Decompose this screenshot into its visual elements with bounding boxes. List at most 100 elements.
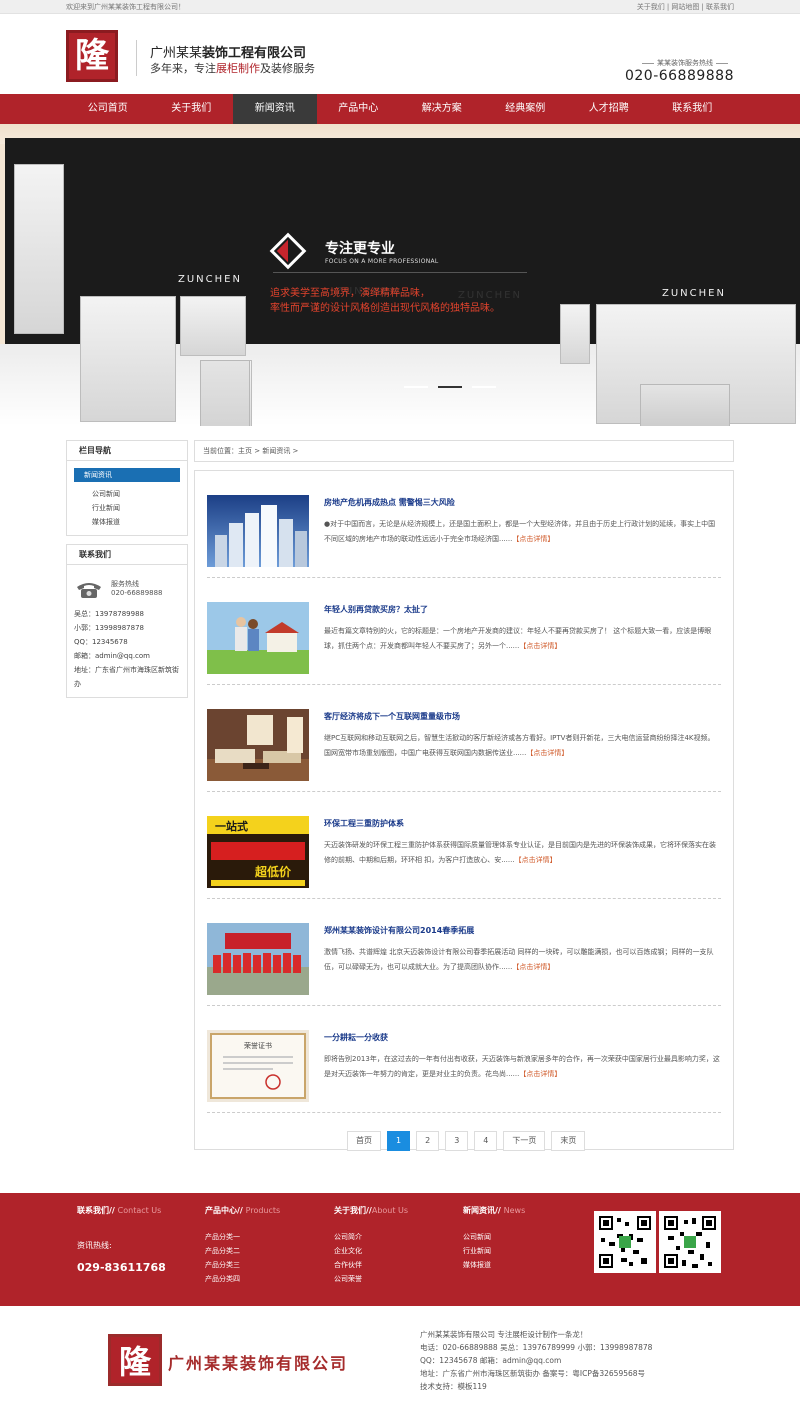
qr-code-icon [659, 1211, 721, 1273]
footer-link[interactable]: 产品分类一 [205, 1230, 280, 1244]
sidebar-current[interactable]: 新闻资讯 [74, 468, 180, 482]
news-thumb-poster[interactable]: 一站式 超低价 [207, 816, 309, 888]
news-desc: ●对于中国而言，无论是从经济规模上，还是国土面积上，都是一个大型经济体，并且由于… [324, 520, 716, 543]
pager-first[interactable]: 首页 [347, 1131, 381, 1151]
list-item: 年轻人别再贷款买房？太扯了 最近有篇文章特别的火，它的标题是：一个房地产开发商的… [207, 578, 721, 685]
banner-brand: ZUNCHEN [178, 274, 242, 285]
banner-dot[interactable] [472, 386, 496, 388]
footer-links: 联系我们// Contact Us 资讯热线: 029-83611768 产品中… [0, 1193, 800, 1306]
nav-item-products[interactable]: 产品中心 [317, 94, 401, 124]
news-thumb-team[interactable] [207, 923, 309, 995]
sidebar-nav-title: 栏目导航 [67, 441, 187, 461]
footer-news-col: 新闻资讯// News 公司新闻 行业新闻 媒体报道 [463, 1205, 525, 1272]
footer-link[interactable]: 媒体报道 [463, 1258, 525, 1272]
nav-item-solutions[interactable]: 解决方案 [400, 94, 484, 124]
sidebar-item-media[interactable]: 媒体报道 [92, 515, 187, 529]
banner-line2: 率性而严谨的设计风格创造出现代风格的独特品味。 [270, 303, 500, 314]
banner-caption: 专注更专业 FOCUS ON A MORE PROFESSIONAL 追求美学至… [253, 212, 547, 336]
nav-item-home[interactable]: 公司首页 [66, 94, 150, 124]
news-desc: 激情飞扬、共谱辉煌 北京天迈装饰设计有限公司春季拓展活动 同样的一块砖，可以雕能… [324, 948, 714, 971]
read-more-link[interactable]: 【点击详情】 [519, 642, 561, 650]
footer-link[interactable]: 产品分类四 [205, 1272, 280, 1286]
footer-link[interactable]: 行业新闻 [463, 1244, 525, 1258]
list-item: 郑州某某装饰设计有限公司2014春季拓展 激情飞扬、共谱辉煌 北京天迈装饰设计有… [207, 899, 721, 1006]
nav-item-about[interactable]: 关于我们 [150, 94, 234, 124]
banner-shelf [180, 296, 246, 356]
header: 隆 广州某某装饰工程有限公司 多年来，专注展柜制作及装修服务 某某装饰服务热线 … [0, 14, 800, 94]
footer-info: 广州某某装饰有限公司 专注展柜设计制作一条龙！ 电话：020-66889888 … [420, 1328, 652, 1393]
footer-contact-heading: 联系我们// Contact Us [77, 1206, 162, 1215]
read-more-link[interactable]: 【点击详情】 [526, 749, 568, 757]
pager-page-3[interactable]: 3 [445, 1131, 469, 1151]
news-title[interactable]: 郑州某某装饰设计有限公司2014春季拓展 [324, 925, 474, 936]
nav-item-news[interactable]: 新闻资讯 [233, 94, 317, 124]
read-more-link[interactable]: 【点击详情】 [519, 1070, 561, 1078]
news-desc: 天迈装饰研发的环保工程三重防护体系获得国际质量管理体系专业认证，是目前国内是先进… [324, 841, 716, 864]
news-title[interactable]: 房地产危机再成热点 需警惕三大风险 [324, 497, 455, 508]
news-title[interactable]: 环保工程三重防护体系 [324, 818, 404, 829]
footer-bottom: 隆 广州某某装饰有限公司 广州某某装饰有限公司 专注展柜设计制作一条龙！ 电话：… [0, 1306, 800, 1414]
news-thumb-couple[interactable] [207, 602, 309, 674]
banner-shelf [14, 164, 64, 334]
footer-products-col: 产品中心// Products 产品分类一 产品分类二 产品分类三 产品分类四 [205, 1205, 280, 1286]
footer-link[interactable]: 企业文化 [334, 1244, 408, 1258]
footer-logo-glyph: 隆 [118, 1343, 151, 1381]
contact-line: QQ：12345678 [74, 638, 128, 646]
read-more-link[interactable]: 【点击详情】 [512, 535, 554, 543]
banner-shelf [560, 304, 590, 364]
footer-info-line: 地址：广东省广州市海珠区新筑街办 备案号：粤ICP备32659568号 [420, 1369, 646, 1378]
qr-code-icon [594, 1211, 656, 1273]
news-desc: 最近有篇文章特别的火，它的标题是：一个房地产开发商的建议：年轻人不要再贷款买房了… [324, 627, 712, 650]
footer-link[interactable]: 产品分类二 [205, 1244, 280, 1258]
pager-page-4[interactable]: 4 [474, 1131, 498, 1151]
footer-tel-number: 029-83611768 [77, 1261, 166, 1274]
read-more-link[interactable]: 【点击详情】 [512, 963, 554, 971]
pager-page-1[interactable]: 1 [387, 1131, 411, 1151]
footer-contact-col: 联系我们// Contact Us 资讯热线: 029-83611768 [77, 1205, 166, 1274]
news-thumb-livingroom[interactable] [207, 709, 309, 781]
banner-counter [200, 360, 250, 426]
sidebar-contact-box: 联系我们 服务热线 020-66889888 吴总：13978789988 小郭… [66, 544, 188, 698]
sidebar-item-company-news[interactable]: 公司新闻 [92, 487, 187, 501]
footer-link[interactable]: 合作伙伴 [334, 1258, 408, 1272]
footer-about-heading: 关于我们//About Us [334, 1206, 409, 1215]
news-title[interactable]: 一分耕耘一分收获 [324, 1032, 388, 1043]
hero-banner[interactable]: ZUNCHEN ZUNCHEN ZUNCHEN ZUNCHEN 专注更专业 FO… [0, 124, 800, 426]
footer-link[interactable]: 公司新闻 [463, 1230, 525, 1244]
telephone-icon [77, 583, 101, 598]
nav-item-cases[interactable]: 经典案例 [484, 94, 568, 124]
footer-link[interactable]: 公司荣誉 [334, 1272, 408, 1286]
top-link-sitemap[interactable]: 网站地图 [671, 3, 699, 11]
pager-last[interactable]: 末页 [551, 1131, 586, 1151]
read-more-link[interactable]: 【点击详情】 [515, 856, 557, 864]
news-thumb-certificate[interactable]: 荣誉证书 [207, 1030, 309, 1102]
pager-next[interactable]: 下一页 [503, 1131, 546, 1151]
banner-dot[interactable] [404, 386, 428, 388]
footer-link[interactable]: 公司简介 [334, 1230, 408, 1244]
content: 当前位置：主页 > 新闻资讯 > 房地产危机再成热点 需警惕三大风险 ●对于中国… [194, 440, 734, 1151]
contact-lines: 吴总：13978789988 小郭：13998987878 QQ：1234567… [74, 607, 182, 691]
contact-line: 吴总：13978789988 [74, 610, 144, 618]
contact-line: 小郭：13998987878 [74, 624, 144, 632]
top-links: 关于我们 | 网站地图 | 联系我们 [636, 3, 734, 11]
banner-divider [273, 272, 527, 273]
top-link-contact[interactable]: 联系我们 [706, 3, 734, 11]
company-logo[interactable]: 隆 [66, 30, 118, 82]
sidebar-item-industry-news[interactable]: 行业新闻 [92, 501, 187, 515]
pager-page-2[interactable]: 2 [416, 1131, 440, 1151]
contact-line: 邮箱：admin@qq.com [74, 652, 150, 660]
nav-item-contact[interactable]: 联系我们 [651, 94, 735, 124]
footer-link[interactable]: 产品分类三 [205, 1258, 280, 1272]
banner-dot[interactable] [438, 386, 462, 388]
nav-item-jobs[interactable]: 人才招聘 [567, 94, 651, 124]
list-item: 一站式 超低价 环保工程三重防护体系 天迈装饰研发的环保工程三重防护体系获得国际… [207, 792, 721, 899]
contact-address: 地址：广东省广州市海珠区新筑街办 [74, 666, 179, 688]
news-thumb-buildings[interactable] [207, 495, 309, 567]
footer-logo[interactable]: 隆 [108, 1334, 162, 1386]
list-item: 客厅经济将成下一个互联网重量级市场 继PC互联网和移动互联网之后，智慧生活掀动的… [207, 685, 721, 792]
top-link-about[interactable]: 关于我们 [637, 3, 665, 11]
news-title[interactable]: 年轻人别再贷款买房？太扯了 [324, 604, 428, 615]
footer-news-heading: 新闻资讯// News [463, 1206, 526, 1215]
news-title[interactable]: 客厅经济将成下一个互联网重量级市场 [324, 711, 460, 722]
footer-company-name: 广州某某装饰有限公司 [168, 1354, 349, 1373]
